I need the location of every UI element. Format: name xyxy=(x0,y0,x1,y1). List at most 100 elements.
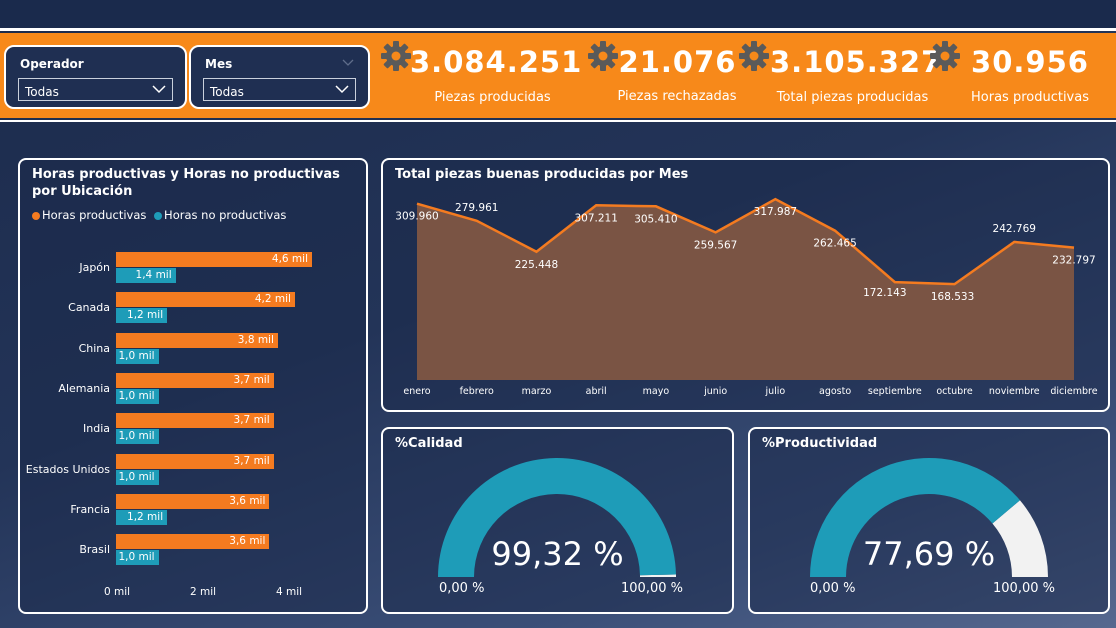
calidad-value: 99,32 % xyxy=(491,535,624,573)
bar-horas-productivas[interactable]: 3,8 mil xyxy=(116,332,278,348)
mes-slicer-title: Mes xyxy=(205,57,233,71)
chevron-down-icon xyxy=(152,85,166,94)
kpi-value: 21.076 xyxy=(618,45,737,79)
bar-horas-productivas[interactable]: 3,6 mil xyxy=(116,493,270,509)
category-label: Alemania xyxy=(58,381,110,395)
bar-horas-no-productivas[interactable]: 1,0 mil xyxy=(116,348,159,364)
chevron-down-icon[interactable] xyxy=(342,59,354,67)
x-tick-label: 2 mil xyxy=(190,586,217,598)
top-divider xyxy=(0,28,1116,31)
hours-chart-legend: Horas productivas Horas no productivas xyxy=(32,208,286,222)
data-label: 4,6 mil xyxy=(271,253,308,265)
kpi-label: Horas productivas xyxy=(971,90,1089,105)
kpi-label: Total piezas producidas xyxy=(776,90,929,105)
data-label: 259.567 xyxy=(694,239,737,251)
x-tick-label: septiembre xyxy=(868,386,922,397)
bar-horas-no-productivas[interactable]: 1,2 mil xyxy=(116,308,168,324)
bar-horas-no-productivas[interactable]: 1,0 mil xyxy=(116,550,159,566)
x-tick-label: marzo xyxy=(522,386,552,397)
legend-label: Horas productivas xyxy=(42,208,147,222)
productividad-gauge-panel: %Productividad 77,69 % 0,00 % 100,00 % xyxy=(748,427,1110,614)
data-label: 3,7 mil xyxy=(233,414,270,427)
hours-chart-title: Horas productivas y Horas no productivas… xyxy=(32,167,340,199)
data-label: 1,0 mil xyxy=(118,430,155,443)
data-label: 3,7 mil xyxy=(233,454,270,467)
operador-slicer-title: Operador xyxy=(20,57,84,71)
data-label: 305.410 xyxy=(634,213,677,225)
data-label: 3,6 mil xyxy=(229,535,266,548)
bar-horas-productivas[interactable]: 4,6 mil xyxy=(116,252,312,267)
category-label: China xyxy=(78,341,110,355)
x-tick-label: mayo xyxy=(643,386,670,397)
productividad-max-label: 100,00 % xyxy=(993,581,1055,596)
data-label: 1,4 mil xyxy=(135,269,172,281)
kpi-label: Piezas producidas xyxy=(434,90,551,105)
operador-dropdown-value: Todas xyxy=(25,85,59,99)
category-label: Estados Unidos xyxy=(25,462,110,476)
x-tick-label: febrero xyxy=(460,386,494,397)
data-label: 1,2 mil xyxy=(127,309,164,322)
data-label: 1,0 mil xyxy=(118,551,155,564)
operador-slicer: Operador Todas xyxy=(4,45,187,109)
data-label: 1,0 mil xyxy=(118,349,155,362)
bar-horas-no-productivas[interactable]: 1,0 mil xyxy=(116,388,159,404)
kpi-label: Piezas rechazadas xyxy=(617,89,737,104)
gear-icon xyxy=(381,41,411,71)
data-label: 4,2 mil xyxy=(254,293,291,306)
top-bar xyxy=(0,0,1116,28)
bar-horas-productivas[interactable]: 3,6 mil xyxy=(116,534,270,550)
data-label: 168.533 xyxy=(931,291,974,303)
data-label: 172.143 xyxy=(863,287,906,299)
data-label: 1,2 mil xyxy=(127,510,164,523)
x-tick-label: noviembre xyxy=(989,386,1040,397)
data-label: 1,0 mil xyxy=(118,389,155,402)
x-tick-label: junio xyxy=(703,386,727,397)
bar-horas-no-productivas[interactable]: 1,2 mil xyxy=(116,509,168,525)
x-tick-label: abril xyxy=(586,386,607,397)
x-tick-label: octubre xyxy=(936,386,973,397)
productividad-min-label: 0,00 % xyxy=(810,581,856,596)
legend-dot-productivas xyxy=(32,211,40,220)
bar-horas-productivas[interactable]: 3,7 mil xyxy=(116,453,274,469)
calidad-max-label: 100,00 % xyxy=(621,581,683,596)
hours-by-location-panel: Horas productivas y Horas no productivas… xyxy=(18,158,368,614)
x-tick-label: julio xyxy=(764,386,785,397)
kpi-value: 30.956 xyxy=(971,45,1089,79)
data-label: 242.769 xyxy=(993,223,1036,235)
bar-horas-productivas[interactable]: 3,7 mil xyxy=(116,413,274,429)
months-area-chart: 309.960 enero 279.961 febrero 225.448 marzo 30… xyxy=(395,197,1098,397)
data-label: 3,8 mil xyxy=(237,333,274,346)
category-label: India xyxy=(83,422,110,436)
kpi-value: 3.084.251 xyxy=(410,45,583,79)
category-label: Japón xyxy=(79,261,110,274)
bar-horas-no-productivas[interactable]: 1,0 mil xyxy=(116,429,159,445)
bar-horas-productivas[interactable]: 3,7 mil xyxy=(116,372,274,388)
x-tick-label: agosto xyxy=(819,386,851,397)
band-divider xyxy=(0,120,1116,122)
data-label: 3,6 mil xyxy=(229,494,266,507)
operador-dropdown[interactable]: Todas xyxy=(18,78,173,101)
legend-dot-no-productivas xyxy=(154,211,163,220)
data-label: 317.987 xyxy=(754,206,797,218)
kpi-value: 3.105.327 xyxy=(770,45,943,79)
bar-horas-productivas[interactable]: 4,2 mil xyxy=(116,292,295,308)
chevron-down-icon xyxy=(335,85,349,94)
gear-icon xyxy=(739,41,769,71)
legend-label: Horas no productivas xyxy=(164,208,287,222)
x-tick-label: 4 mil xyxy=(276,586,303,598)
data-label: 309.960 xyxy=(395,211,438,223)
x-tick-label: enero xyxy=(403,386,430,397)
calidad-gauge-panel: %Calidad 99,32 % 0,00 % 100,00 % xyxy=(381,427,734,614)
data-label: 262.465 xyxy=(813,238,856,250)
bar-horas-no-productivas[interactable]: 1,0 mil xyxy=(116,469,159,485)
data-label: 232.797 xyxy=(1052,255,1095,267)
x-tick-label: diciembre xyxy=(1050,386,1097,397)
data-label: 3,7 mil xyxy=(233,373,270,386)
mes-dropdown-value: Todas xyxy=(210,85,244,99)
data-label: 1,0 mil xyxy=(118,470,155,483)
mes-dropdown[interactable]: Todas xyxy=(203,78,356,101)
calidad-min-label: 0,00 % xyxy=(439,581,485,596)
pieces-by-month-panel: Total piezas buenas producidas por Mes 3… xyxy=(381,158,1110,412)
bar-horas-no-productivas[interactable]: 1,4 mil xyxy=(116,268,176,283)
area-fill xyxy=(417,199,1074,380)
